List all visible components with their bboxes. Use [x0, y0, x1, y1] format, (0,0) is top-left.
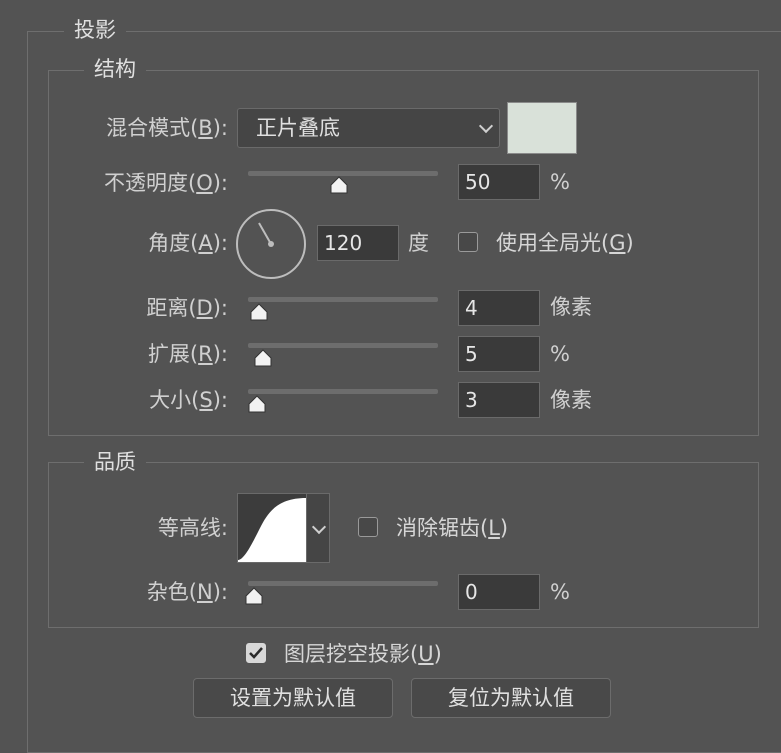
- contour-label: 等高线:: [157, 516, 228, 540]
- distance-label: 距离(D):: [146, 296, 228, 320]
- angle-unit: 度: [408, 231, 429, 255]
- global-light-label: 使用全局光(G): [496, 231, 634, 255]
- contour-preview[interactable]: [237, 493, 307, 563]
- spread-unit: %: [550, 342, 570, 366]
- global-light-checkbox[interactable]: [458, 232, 478, 252]
- opacity-label: 不透明度(O):: [103, 171, 228, 195]
- angle-dial[interactable]: [236, 209, 306, 279]
- chevron-down-icon: [478, 118, 494, 134]
- reset-default-button[interactable]: 复位为默认值: [411, 678, 611, 718]
- size-unit: 像素: [550, 388, 592, 412]
- distance-slider-track[interactable]: [248, 297, 438, 302]
- opacity-input[interactable]: 50: [458, 164, 540, 200]
- anti-alias-checkbox[interactable]: [358, 517, 378, 537]
- distance-slider-thumb[interactable]: [249, 302, 269, 322]
- anti-alias-label: 消除锯齿(L): [396, 516, 509, 540]
- noise-unit: %: [550, 580, 570, 604]
- contour-curve-icon: [238, 498, 306, 562]
- spread-slider-track[interactable]: [248, 343, 438, 348]
- drop-shadow-title: 投影: [64, 16, 126, 44]
- blend-mode-select[interactable]: 正片叠底: [237, 108, 500, 148]
- opacity-unit: %: [550, 170, 570, 194]
- blend-mode-value: 正片叠底: [256, 116, 340, 140]
- angle-needle-icon: [258, 222, 274, 247]
- blend-mode-label: 混合模式(B):: [106, 116, 228, 140]
- size-input[interactable]: 3: [458, 382, 540, 418]
- spread-label: 扩展(R):: [147, 342, 228, 366]
- chevron-down-icon: [311, 519, 327, 535]
- shadow-color-swatch[interactable]: [507, 102, 577, 154]
- size-slider-thumb[interactable]: [247, 394, 267, 414]
- structure-title: 结构: [84, 55, 146, 83]
- knockout-label: 图层挖空投影(U): [284, 642, 442, 666]
- noise-slider-thumb[interactable]: [244, 586, 264, 606]
- distance-unit: 像素: [550, 295, 592, 319]
- contour-dropdown[interactable]: [306, 493, 330, 563]
- spread-slider-thumb[interactable]: [253, 348, 273, 368]
- noise-label: 杂色(N):: [146, 580, 228, 604]
- opacity-slider-thumb[interactable]: [329, 175, 349, 195]
- size-slider-track[interactable]: [248, 389, 438, 394]
- noise-slider-track[interactable]: [248, 581, 438, 586]
- make-default-button[interactable]: 设置为默认值: [193, 678, 393, 718]
- angle-input[interactable]: 120: [317, 225, 399, 261]
- noise-input[interactable]: 0: [458, 574, 540, 610]
- size-label: 大小(S):: [149, 388, 228, 412]
- knockout-checkbox[interactable]: [246, 643, 266, 663]
- angle-label: 角度(A):: [148, 231, 228, 255]
- quality-title: 品质: [84, 448, 146, 476]
- checkmark-icon: [249, 647, 263, 659]
- distance-input[interactable]: 4: [458, 290, 540, 326]
- spread-input[interactable]: 5: [458, 336, 540, 372]
